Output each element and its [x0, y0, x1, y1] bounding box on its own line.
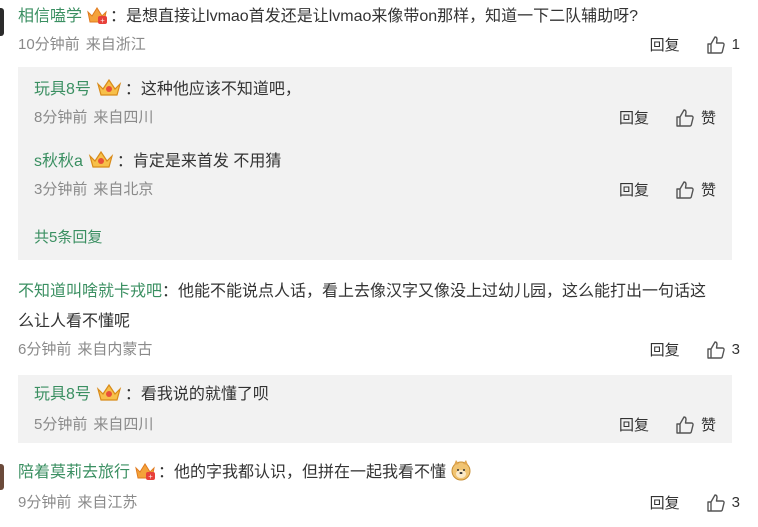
comment-text: ：他的字我都认识，但拼在一起我看不懂	[158, 464, 447, 481]
comment-item: 陪着莫莉去旅行 + ：他的字我都认识，但拼在一起我看不懂 9分钟前 来自江苏 回…	[18, 458, 740, 522]
comment-actions: 回复 3	[650, 339, 740, 360]
reply-content: s秋秋a ：肯定是来首发 不用猜	[34, 147, 716, 181]
thumbs-up-icon	[706, 340, 725, 359]
vip-crown-badge-icon: +	[134, 461, 156, 492]
reply-text: ：看我说的就懂了呗	[124, 386, 269, 403]
reply-item: 玩具8号 ：这种他应该不知道吧， 8分钟前 来自四川 回复 赞	[34, 75, 716, 135]
like-label: 赞	[700, 110, 716, 127]
like-button[interactable]: 3	[706, 493, 740, 513]
reply-location: 来自四川	[93, 109, 154, 126]
comment-actions: 回复 3	[650, 492, 740, 513]
reply-meta: 5分钟前 来自四川	[34, 414, 153, 436]
reply-actions: 回复 赞	[619, 414, 716, 435]
comment-content: 不知道叫啥就卡戎吧：他能不能说点人话，看上去像汉字又像没上过幼儿园，这么能打出一…	[18, 277, 740, 307]
comment-item: 相信嗑学 + ：是想直接让lvmao首发还是让lvmao来像带on那样，知道一下…	[18, 2, 740, 62]
reply-meta: 8分钟前 来自四川	[34, 107, 153, 129]
reply-time: 5分钟前	[34, 416, 88, 433]
comment-time: 9分钟前	[18, 494, 72, 511]
reply-time: 8分钟前	[34, 109, 88, 126]
thumbs-up-icon	[676, 180, 694, 199]
like-button[interactable]: 赞	[675, 414, 716, 435]
comment-content: 陪着莫莉去旅行 + ：他的字我都认识，但拼在一起我看不懂	[18, 458, 740, 492]
like-count: 3	[731, 494, 740, 511]
comment-item: 不知道叫啥就卡戎吧：他能不能说点人话，看上去像汉字又像没上过幼儿园，这么能打出一…	[18, 277, 740, 367]
comment-text: ：他能不能说点人话，看上去像汉字又像没上过幼儿园，这么能打出一句话这	[162, 283, 707, 300]
comment-content: 相信嗑学 + ：是想直接让lvmao首发还是让lvmao来像带on那样，知道一下…	[18, 2, 740, 36]
reply-actions: 回复 赞	[619, 179, 716, 200]
comment-location: 来自内蒙古	[77, 341, 153, 358]
svg-text:+: +	[148, 474, 153, 481]
reply-button[interactable]: 回复	[650, 34, 680, 55]
vip-crown-badge-icon: +	[86, 5, 108, 36]
more-replies-link[interactable]: 共5条回复	[34, 226, 102, 247]
doge-emoji-icon	[450, 459, 472, 492]
reply-button[interactable]: 回复	[619, 414, 649, 435]
like-count: 3	[731, 341, 740, 358]
reply-button[interactable]: 回复	[619, 107, 649, 128]
reply-item: 玩具8号 ：看我说的就懂了呗 5分钟前 来自四川 回复 赞	[34, 380, 716, 440]
comment-text: 么让人看不懂呢	[18, 313, 131, 330]
thumbs-up-icon	[706, 493, 725, 512]
comment-location: 来自江苏	[77, 494, 138, 511]
thumbs-up-icon	[676, 108, 694, 127]
reply-button[interactable]: 回复	[650, 492, 680, 513]
reply-location: 来自北京	[93, 181, 154, 198]
like-label: 赞	[700, 182, 716, 199]
svg-text:+: +	[100, 18, 105, 25]
comment-meta: 10分钟前 来自浙江	[18, 34, 146, 56]
reply-text: ：肯定是来首发 不用猜	[116, 153, 282, 170]
comment-time: 10分钟前	[18, 36, 80, 53]
comment-username[interactable]: 不知道叫啥就卡戎吧	[18, 283, 162, 300]
like-button[interactable]: 赞	[675, 107, 716, 128]
thumbs-up-icon	[706, 35, 725, 54]
reply-content: 玩具8号 ：看我说的就懂了呗	[34, 380, 716, 414]
comment-meta: 6分钟前 来自内蒙古	[18, 339, 152, 361]
like-button[interactable]: 3	[706, 340, 740, 360]
comment-text: ：是想直接让lvmao首发还是让lvmao来像带on那样，知道一下二队辅助呀?	[110, 8, 639, 25]
reply-location: 来自四川	[93, 416, 154, 433]
comment-meta: 9分钟前 来自江苏	[18, 492, 137, 514]
comment-time: 6分钟前	[18, 341, 72, 358]
reply-button[interactable]: 回复	[619, 179, 649, 200]
comment-username[interactable]: 陪着莫莉去旅行	[18, 464, 130, 481]
comment-location: 来自浙江	[85, 36, 146, 53]
comment-actions: 回复 1	[650, 34, 740, 55]
reply-text: ：这种他应该不知道吧，	[124, 81, 301, 98]
reply-username[interactable]: s秋秋a	[34, 153, 83, 170]
crown-badge-icon	[95, 383, 123, 414]
comment-content-continued: 么让人看不懂呢	[18, 307, 740, 337]
comment-section: 相信嗑学 + ：是想直接让lvmao首发还是让lvmao来像带on那样，知道一下…	[0, 0, 758, 527]
like-label: 赞	[700, 417, 716, 434]
reply-username[interactable]: 玩具8号	[34, 81, 91, 98]
reply-username[interactable]: 玩具8号	[34, 386, 91, 403]
avatar[interactable]	[0, 8, 4, 36]
reply-list: 玩具8号 ：看我说的就懂了呗 5分钟前 来自四川 回复 赞	[18, 375, 732, 443]
avatar[interactable]	[0, 280, 4, 304]
reply-time: 3分钟前	[34, 181, 88, 198]
reply-actions: 回复 赞	[619, 107, 716, 128]
reply-meta: 3分钟前 来自北京	[34, 179, 153, 201]
reply-item: s秋秋a ：肯定是来首发 不用猜 3分钟前 来自北京 回复 赞	[34, 147, 716, 207]
reply-list: 玩具8号 ：这种他应该不知道吧， 8分钟前 来自四川 回复 赞 s秋秋a ：肯定…	[18, 67, 732, 260]
reply-content: 玩具8号 ：这种他应该不知道吧，	[34, 75, 716, 109]
crown-badge-icon	[95, 78, 123, 109]
thumbs-up-icon	[676, 415, 694, 434]
like-button[interactable]: 赞	[675, 179, 716, 200]
like-count: 1	[731, 36, 740, 53]
reply-button[interactable]: 回复	[650, 339, 680, 360]
like-button[interactable]: 1	[706, 35, 740, 55]
crown-badge-icon	[87, 150, 115, 181]
comment-username[interactable]: 相信嗑学	[18, 8, 82, 25]
avatar[interactable]	[0, 464, 4, 490]
